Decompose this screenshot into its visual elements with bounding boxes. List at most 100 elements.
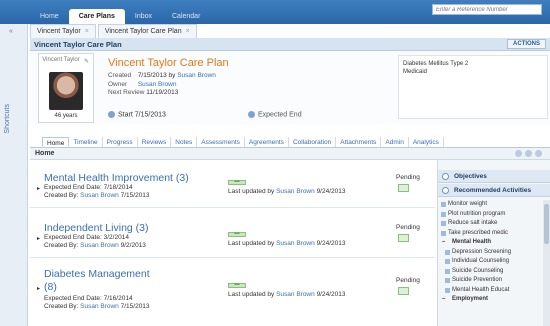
recommended-activities-header[interactable]: Recommended Activities (438, 184, 550, 197)
activity-item[interactable]: Mental Health Educat (438, 286, 543, 296)
tab-inbox[interactable]: Inbox (125, 9, 162, 24)
tab-assessments[interactable]: Assessments (197, 137, 245, 147)
status-icon[interactable] (398, 287, 409, 295)
tab-label: Vincent Taylor (37, 28, 81, 35)
close-icon[interactable]: × (85, 28, 89, 35)
activity-item[interactable]: Plot nutrition program (438, 210, 543, 220)
created-value: 7/15/2013 by (137, 72, 176, 79)
activity-icon (441, 202, 446, 207)
goal-item[interactable]: Diabetes Management (8) ▸ Expected End D… (30, 258, 435, 326)
close-icon[interactable]: × (186, 28, 190, 35)
end-date: 7/16/2014 (103, 295, 133, 302)
expected-end: Expected End (248, 111, 302, 118)
category-label: Employment (452, 296, 489, 302)
objectives-header[interactable]: Objectives (438, 170, 550, 183)
activity-label: Take prescribed medic (448, 229, 509, 236)
shortcuts-label[interactable]: Shortcuts (4, 104, 18, 134)
collapse-icon: – (442, 296, 446, 302)
activity-category[interactable]: – Employment (438, 295, 543, 305)
creator-link[interactable]: Susan Brown (80, 303, 119, 310)
tab-calendar[interactable]: Calendar (162, 9, 210, 24)
refresh-icon[interactable] (515, 150, 522, 157)
owner-link[interactable]: Susan Brown (138, 81, 177, 88)
tab-analytics[interactable]: Analytics (409, 137, 444, 147)
tab-home-section[interactable]: Home (42, 137, 70, 147)
tab-reviews[interactable]: Reviews (138, 137, 172, 147)
tab-care-plans[interactable]: Care Plans (68, 9, 125, 24)
pin-icon[interactable]: ✎ (84, 58, 89, 65)
tab-home[interactable]: Home (30, 9, 69, 24)
expand-arrow-icon[interactable]: ▸ (37, 285, 40, 292)
updated-by-link[interactable]: Susan Brown (276, 240, 315, 247)
activity-icon (441, 221, 446, 226)
tab-progress[interactable]: Progress (103, 137, 138, 147)
creator-link[interactable]: Susan Brown (80, 242, 119, 249)
tab-timeline[interactable]: Timeline (69, 137, 103, 147)
updated-label: Last updated by (228, 291, 275, 298)
created-by-label: Created By: (44, 303, 79, 310)
updated-by-link[interactable]: Susan Brown (276, 291, 315, 298)
goal-title[interactable]: Independent Living (3) (44, 222, 149, 234)
plan-meta: Created 7/15/2013 by Susan Brown Owner S… (108, 72, 216, 98)
section-tabs: Home Timeline Progress Reviews Notes Ass… (30, 137, 550, 148)
reference-number-input[interactable] (432, 4, 542, 15)
record-tabs: Vincent Taylor × Vincent Taylor Care Plan… (30, 24, 199, 38)
tab-notes[interactable]: Notes (171, 137, 198, 147)
tab-vincent-taylor[interactable]: Vincent Taylor × (30, 24, 96, 38)
updated-date: 9/24/2013 (316, 188, 346, 195)
activity-scrollbar[interactable] (543, 200, 550, 326)
goal-item[interactable]: Independent Living (3) ▸ Expected End Da… (30, 208, 435, 258)
patient-photo (49, 72, 83, 110)
settings-icon[interactable] (525, 150, 532, 157)
created-by-label: Created By: (44, 242, 79, 249)
tab-collaboration[interactable]: Collaboration (289, 137, 337, 147)
help-icon[interactable] (535, 150, 542, 157)
activity-item[interactable]: Suicide Prevention (438, 276, 543, 286)
updated-date: 9/24/2013 (316, 291, 346, 298)
activity-label: Depression Screening (452, 248, 512, 255)
created-by-link[interactable]: Susan Brown (177, 72, 216, 79)
tab-agreements[interactable]: Agreements (245, 137, 289, 147)
progress-indicator: ••• (228, 232, 246, 237)
activity-label: Suicide Counseling (452, 267, 504, 274)
tab-attachments[interactable]: Attachments (336, 137, 382, 147)
actions-button[interactable]: ACTIONS (507, 39, 546, 49)
expand-arrow-icon[interactable]: ▸ (37, 185, 40, 192)
updated-label: Last updated by (228, 240, 275, 247)
activity-item[interactable]: Individual Counseling (438, 257, 543, 267)
creator-link[interactable]: Susan Brown (80, 192, 119, 199)
collapse-icon: – (442, 239, 446, 245)
goal-title-text: Diabetes Management (44, 268, 150, 280)
goal-details: Expected End Date: 7/18/2014 Created By:… (44, 184, 150, 200)
goal-title[interactable]: Mental Health Improvement (3) (44, 172, 189, 184)
activity-item[interactable]: Take prescribed medic (438, 229, 543, 239)
activity-icon (445, 278, 450, 283)
activity-icon (445, 287, 450, 293)
patient-age: 46 years (54, 113, 78, 119)
diagnosis-box: Diabetes Mellitus Type 2 Medicaid (398, 55, 548, 119)
recommended-activities-label: Recommended Activities (454, 187, 532, 194)
updated-by-link[interactable]: Susan Brown (276, 188, 315, 195)
activity-item[interactable]: Reduce salt intake (438, 219, 543, 229)
activity-label: Mental Health Educat (452, 286, 510, 293)
category-label: Mental Health (452, 239, 492, 245)
expand-arrow-icon[interactable]: ▸ (37, 235, 40, 242)
activity-item[interactable]: Suicide Counseling (438, 267, 543, 277)
status-icon[interactable] (398, 234, 409, 242)
status-icon[interactable] (398, 184, 409, 192)
scroll-thumb[interactable] (544, 204, 549, 244)
activity-category[interactable]: – Mental Health (438, 238, 543, 248)
activity-label: Plot nutrition program (448, 210, 506, 217)
end-date-label: Expected End Date: (44, 184, 102, 191)
patient-card: Vincent Taylor ✎ 46 years (38, 53, 94, 123)
collapse-arrow-icon[interactable]: « (9, 28, 13, 35)
goal-title[interactable]: Diabetes Management (8) (44, 268, 150, 294)
activity-label: Individual Counseling (452, 258, 510, 264)
goal-item[interactable]: Mental Health Improvement (3) ▸ Expected… (30, 160, 435, 208)
activity-item[interactable]: Monitor weight (438, 200, 543, 210)
tab-admin[interactable]: Admin (381, 137, 409, 147)
tab-vincent-taylor-care-plan[interactable]: Vincent Taylor Care Plan × (97, 24, 197, 38)
start-date: Start 7/15/2013 (108, 111, 166, 118)
activity-item[interactable]: Depression Screening (438, 248, 543, 258)
activity-label: Suicide Prevention (452, 277, 503, 283)
